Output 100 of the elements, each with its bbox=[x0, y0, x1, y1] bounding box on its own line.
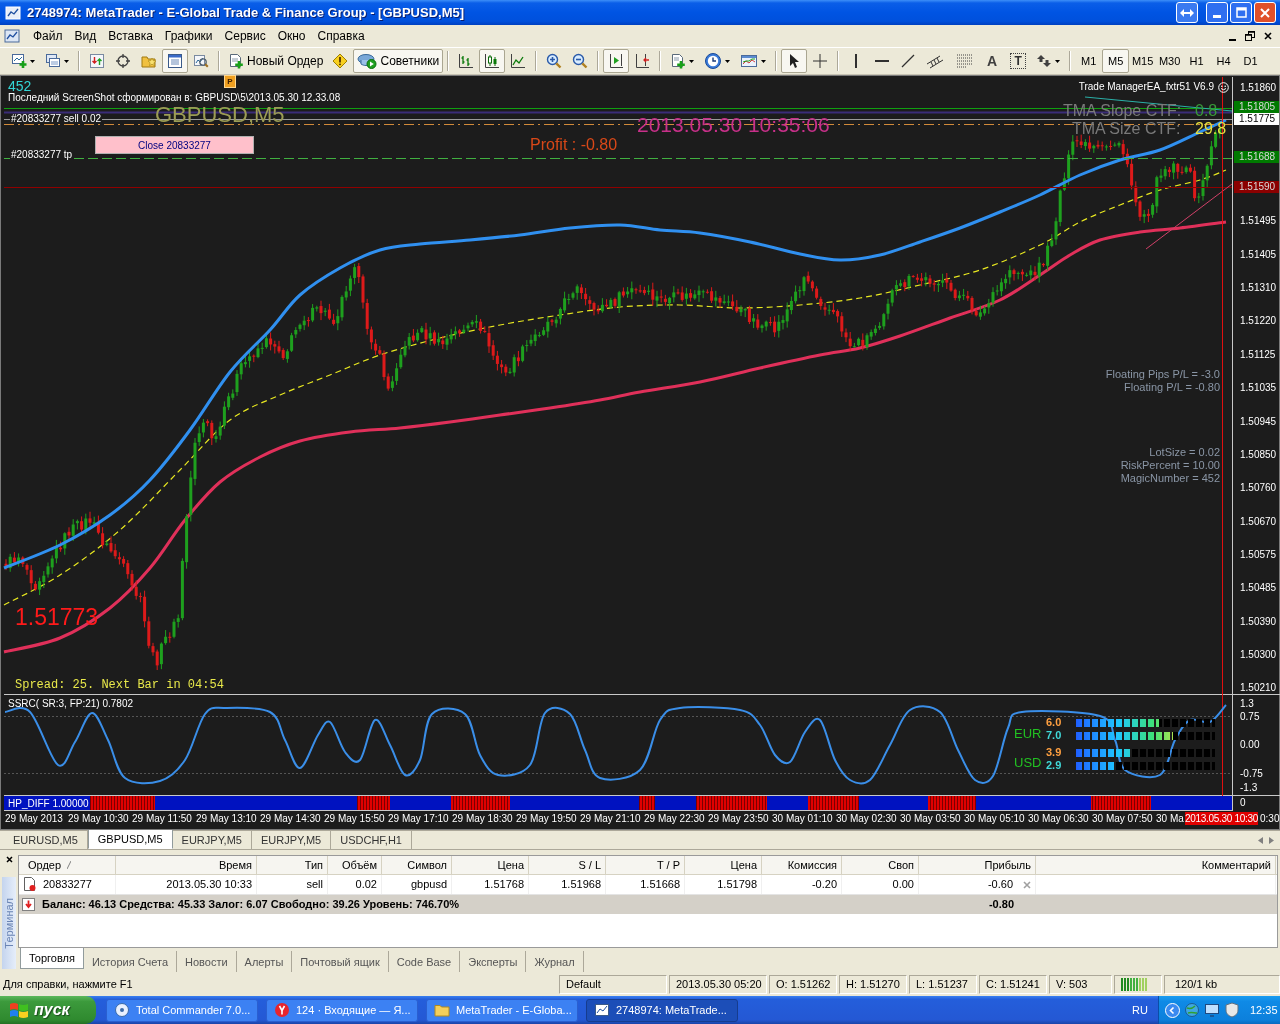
document-plus-icon bbox=[228, 53, 244, 69]
indicator-axis-label: 0.00 bbox=[1240, 739, 1260, 750]
column-header[interactable]: Прибыль bbox=[919, 856, 1036, 874]
column-header[interactable]: Своп bbox=[842, 856, 919, 874]
histogram-segment bbox=[90, 796, 155, 810]
terminal-tab[interactable]: Торговля bbox=[20, 948, 84, 969]
terminal-tab[interactable]: Эксперты bbox=[460, 951, 527, 972]
terminal-tab[interactable]: История Счета bbox=[83, 951, 177, 972]
column-header[interactable]: S / L bbox=[529, 856, 606, 874]
summary-profit: -0.80 bbox=[988, 897, 1014, 913]
arrow-right-icon[interactable] bbox=[1269, 836, 1274, 844]
toolbar-button[interactable]: Советники bbox=[353, 49, 444, 73]
chart-window-icon bbox=[594, 1002, 610, 1018]
start-button[interactable]: пуск bbox=[0, 996, 96, 1024]
price-tag: 1.51688 bbox=[1234, 151, 1279, 163]
dotted-lines-icon bbox=[956, 53, 975, 69]
zoom-in-icon bbox=[546, 53, 563, 69]
toolbar-button[interactable] bbox=[479, 49, 506, 73]
menu-item[interactable]: Справка bbox=[311, 26, 371, 46]
setting-text: RiskPercent = 10.00 bbox=[1120, 459, 1220, 472]
price-tag: 1.51805 bbox=[1234, 101, 1279, 113]
menu-item[interactable]: Окно bbox=[271, 26, 312, 46]
taskbar-button[interactable]: Total Commander 7.0... bbox=[106, 998, 258, 1022]
column-header[interactable]: Время bbox=[116, 856, 257, 874]
time-axis-label: 29 May 2013 bbox=[5, 813, 63, 824]
taskbar-button[interactable]: MetaTrader - E-Globa... bbox=[426, 998, 578, 1022]
chart-window-icon bbox=[4, 28, 20, 44]
signal-bars-icon bbox=[1121, 978, 1149, 991]
maximize-button[interactable] bbox=[1230, 2, 1252, 23]
menu-item[interactable]: Графики bbox=[158, 26, 219, 46]
toolbar-button[interactable] bbox=[603, 49, 630, 73]
close-icon[interactable] bbox=[5, 856, 13, 863]
column-header[interactable]: Комментарий bbox=[1036, 856, 1276, 874]
column-header[interactable]: Цена bbox=[452, 856, 529, 874]
price-axis-label: 1.51125 bbox=[1240, 348, 1276, 361]
toolbar-button[interactable] bbox=[162, 49, 188, 73]
column-header[interactable]: Цена bbox=[685, 856, 762, 874]
terminal-tab[interactable]: Почтовый ящик bbox=[292, 951, 389, 972]
period-button[interactable]: H4 bbox=[1210, 49, 1238, 73]
column-header[interactable]: Символ bbox=[382, 856, 452, 874]
folder-icon bbox=[434, 1002, 450, 1018]
toolbar-button[interactable] bbox=[781, 49, 808, 73]
smiley-icon bbox=[1218, 81, 1229, 93]
menu-item[interactable]: Вид bbox=[68, 26, 103, 46]
up-down-arrows-icon bbox=[89, 53, 105, 69]
column-header[interactable]: Комиссия bbox=[762, 856, 842, 874]
menu-item[interactable]: Файл bbox=[27, 26, 69, 46]
period-button[interactable]: M15 bbox=[1129, 49, 1157, 73]
terminal-tab[interactable]: Журнал bbox=[526, 951, 584, 972]
period-button[interactable]: M1 bbox=[1075, 49, 1103, 73]
period-button[interactable]: H1 bbox=[1183, 49, 1211, 73]
cell-text: 2013.05.30 10:33 bbox=[166, 877, 252, 893]
terminal-tab[interactable]: Новости bbox=[177, 951, 237, 972]
restore-button[interactable] bbox=[1242, 29, 1258, 43]
price-text: C: 1.51241 bbox=[986, 977, 1040, 993]
column-header[interactable]: Объём bbox=[328, 856, 382, 874]
period-button[interactable]: M5 bbox=[1102, 49, 1130, 73]
chart-tab[interactable]: GBPUSD,M5 bbox=[87, 830, 173, 849]
terminal-tab[interactable]: Алерты bbox=[236, 951, 293, 972]
price-axis-label: 1.50670 bbox=[1240, 515, 1277, 528]
column-header[interactable]: Тип bbox=[257, 856, 328, 874]
menu-item[interactable]: Вставка bbox=[102, 26, 159, 46]
price-text: H: 1.51270 bbox=[846, 977, 900, 993]
period-button[interactable]: M30 bbox=[1156, 49, 1184, 73]
arrow-left-icon[interactable] bbox=[1258, 836, 1263, 844]
time-axis-label: 29 May 11:50 bbox=[132, 813, 192, 824]
close-order-button[interactable]: Close 20833277 bbox=[95, 136, 254, 154]
shield-icon[interactable] bbox=[1224, 1002, 1240, 1018]
time-axis-label: 30 May 06:30 bbox=[1028, 813, 1089, 824]
time-axis-label: 29 May 10:30 bbox=[68, 813, 129, 824]
taskbar-button[interactable]: 2748974: MetaTrade... bbox=[586, 998, 738, 1022]
column-header[interactable]: Ордер bbox=[19, 856, 116, 874]
panel-title: Терминал bbox=[3, 897, 15, 949]
period-button[interactable]: D1 bbox=[1237, 49, 1265, 73]
terminal-tab[interactable]: Code Base bbox=[388, 951, 461, 972]
meter-reading: 2.9 bbox=[1046, 760, 1062, 771]
caret-icon bbox=[725, 59, 731, 63]
toolbar-button[interactable]: A bbox=[979, 49, 1006, 73]
close-icon bbox=[1260, 7, 1270, 18]
menu-item[interactable]: Сервис bbox=[218, 26, 272, 46]
resize-button[interactable] bbox=[1176, 2, 1198, 23]
toolbar-button[interactable]: T bbox=[1005, 49, 1032, 73]
chevron-left-icon[interactable] bbox=[1165, 1002, 1180, 1018]
floating-pl-text: Floating P/L = -0.80 bbox=[1124, 381, 1220, 394]
monitor-icon[interactable] bbox=[1204, 1002, 1220, 1018]
column-header[interactable]: T / P bbox=[606, 856, 685, 874]
taskbar-button[interactable]: 124 · Входящие — Я... bbox=[266, 998, 418, 1022]
time-axis-label: 29 May 21:10 bbox=[580, 813, 641, 824]
cloud-play-icon bbox=[357, 53, 378, 69]
indicator-axis-label: -1.3 bbox=[1240, 782, 1258, 793]
crosshair-icon bbox=[812, 53, 829, 69]
price-axis-label: 1.51405 bbox=[1240, 248, 1277, 261]
language-indicator[interactable]: RU bbox=[1132, 1001, 1148, 1019]
window-title: 2748974: MetaTrader - E-Global Trade & Finance Group - [GBPUSD,M5] bbox=[27, 3, 465, 22]
time-axis-label: 29 May 17:10 bbox=[388, 813, 449, 824]
toolbar-button[interactable]: Новый Ордер bbox=[224, 49, 328, 73]
time-axis-label: 30 May 02:30 bbox=[836, 813, 897, 824]
windows-logo-icon bbox=[9, 1001, 29, 1019]
traffic-text: 120/1 kb bbox=[1175, 977, 1218, 993]
order-document-icon bbox=[23, 877, 37, 892]
